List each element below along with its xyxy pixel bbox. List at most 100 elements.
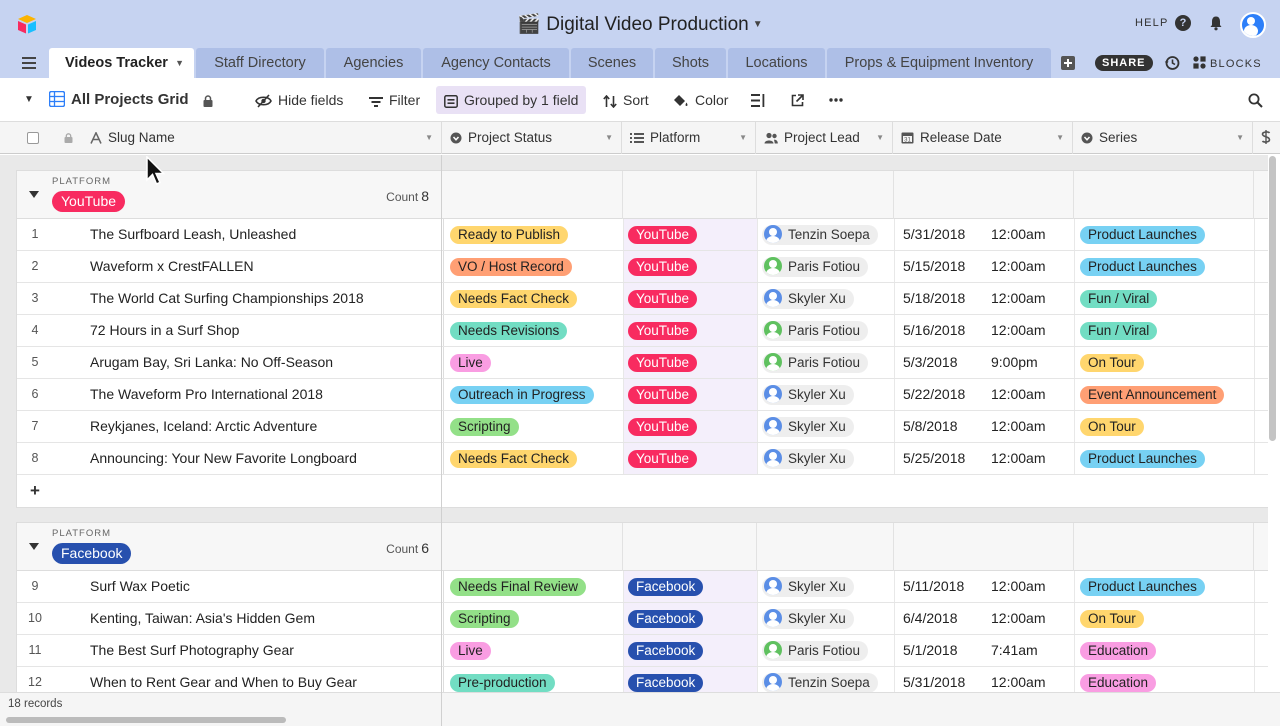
more-options-icon[interactable] [829, 98, 843, 102]
next-column-cell[interactable] [1254, 379, 1268, 410]
series-cell[interactable]: On Tour [1074, 411, 1254, 442]
next-column-cell[interactable] [1254, 411, 1268, 442]
slug-name-cell[interactable]: Reykjanes, Iceland: Arctic Adventure [90, 411, 440, 442]
share-view-icon[interactable] [791, 94, 804, 107]
group-button[interactable]: Grouped by 1 field [436, 86, 587, 114]
project-status-cell[interactable]: Pre-production [443, 667, 623, 692]
project-lead-cell[interactable]: Paris Fotiou [757, 315, 894, 346]
frozen-column-divider[interactable] [441, 155, 442, 726]
table-row[interactable]: 4 72 Hours in a Surf Shop Needs Revisions Y… [17, 315, 1268, 347]
color-button[interactable]: Color [673, 86, 728, 114]
hide-fields-button[interactable]: Hide fields [255, 86, 343, 114]
next-column-cell[interactable] [1254, 251, 1268, 282]
history-icon[interactable] [1164, 55, 1180, 71]
series-cell[interactable]: On Tour [1074, 603, 1254, 634]
tab-scenes[interactable]: Scenes [571, 48, 653, 78]
sort-button[interactable]: Sort [603, 86, 649, 114]
tab-props-equipment[interactable]: Props & Equipment Inventory [827, 48, 1051, 78]
table-row[interactable]: 6 The Waveform Pro International 2018 Outr… [17, 379, 1268, 411]
notifications-bell-icon[interactable] [1208, 15, 1224, 31]
platform-cell[interactable]: YouTube [623, 379, 757, 410]
slug-name-cell[interactable]: The World Cat Surfing Championships 2018 [90, 283, 440, 314]
tab-menu-caret-icon[interactable]: ▼ [175, 48, 184, 78]
view-name[interactable]: All Projects Grid [48, 86, 189, 114]
series-cell[interactable]: Education [1074, 667, 1254, 692]
project-lead-cell[interactable]: Skyler Xu [757, 571, 894, 602]
next-column-cell[interactable] [1254, 571, 1268, 602]
add-table-icon[interactable] [1061, 56, 1075, 70]
project-status-cell[interactable]: Live [443, 635, 623, 666]
next-column-cell[interactable] [1254, 283, 1268, 314]
series-cell[interactable]: Product Launches [1074, 443, 1254, 474]
platform-cell[interactable]: YouTube [623, 251, 757, 282]
slug-name-cell[interactable]: The Best Surf Photography Gear [90, 635, 440, 666]
slug-name-cell[interactable]: Surf Wax Poetic [90, 571, 440, 602]
slug-name-cell[interactable]: When to Rent Gear and When to Buy Gear [90, 667, 440, 692]
column-header-slug-name[interactable]: Slug Name ▼ [82, 122, 442, 154]
project-lead-cell[interactable]: Paris Fotiou [757, 635, 894, 666]
next-column-cell[interactable] [1254, 347, 1268, 378]
search-icon[interactable] [1248, 93, 1263, 108]
series-cell[interactable]: Education [1074, 635, 1254, 666]
slug-name-cell[interactable]: The Surfboard Leash, Unleashed [90, 219, 440, 250]
base-title[interactable]: 🎬 Digital Video Production ▼ [0, 12, 1280, 36]
table-row[interactable]: 5 Arugam Bay, Sri Lanka: No Off-Season Liv… [17, 347, 1268, 379]
platform-cell[interactable]: YouTube [623, 283, 757, 314]
table-row[interactable]: 8 Announcing: Your New Favorite Longboard… [17, 443, 1268, 475]
project-lead-cell[interactable]: Paris Fotiou [757, 347, 894, 378]
base-menu-caret-icon[interactable]: ▼ [753, 19, 763, 30]
series-cell[interactable]: Fun / Viral [1074, 315, 1254, 346]
project-status-cell[interactable]: Needs Final Review [443, 571, 623, 602]
project-lead-cell[interactable]: Paris Fotiou [757, 251, 894, 282]
tab-agencies[interactable]: Agencies [326, 48, 421, 78]
platform-cell[interactable]: Facebook [623, 635, 757, 666]
project-status-cell[interactable]: VO / Host Record [443, 251, 623, 282]
project-status-cell[interactable]: Needs Fact Check [443, 443, 623, 474]
slug-name-cell[interactable]: Waveform x CrestFALLEN [90, 251, 440, 282]
series-cell[interactable]: Fun / Viral [1074, 283, 1254, 314]
blocks-button[interactable]: BLOCKS [1193, 56, 1262, 70]
series-cell[interactable]: Product Launches [1074, 219, 1254, 250]
tab-shots[interactable]: Shots [655, 48, 726, 78]
slug-name-cell[interactable]: Arugam Bay, Sri Lanka: No Off-Season [90, 347, 440, 378]
vertical-scrollbar[interactable] [1269, 156, 1276, 441]
platform-cell[interactable]: YouTube [623, 443, 757, 474]
series-cell[interactable]: Product Launches [1074, 251, 1254, 282]
project-status-cell[interactable]: Needs Fact Check [443, 283, 623, 314]
table-row[interactable]: 7 Reykjanes, Iceland: Arctic Adventure Scr… [17, 411, 1268, 443]
platform-cell[interactable]: Facebook [623, 603, 757, 634]
filter-button[interactable]: Filter [369, 86, 420, 114]
next-column-cell[interactable] [1254, 635, 1268, 666]
slug-name-cell[interactable]: Announcing: Your New Favorite Longboard [90, 443, 440, 474]
collapse-group-icon[interactable] [29, 191, 39, 198]
project-lead-cell[interactable]: Tenzin Soepa [757, 667, 894, 692]
tab-videos-tracker[interactable]: Videos Tracker ▼ [49, 48, 194, 78]
hamburger-menu-icon[interactable] [22, 57, 36, 69]
column-header-project-status[interactable]: Project Status ▼ [442, 122, 622, 154]
add-record-icon[interactable]: + [30, 481, 40, 501]
series-cell[interactable]: Product Launches [1074, 571, 1254, 602]
column-menu-caret-icon[interactable]: ▼ [1056, 122, 1064, 154]
column-menu-caret-icon[interactable]: ▼ [1236, 122, 1244, 154]
project-lead-cell[interactable]: Skyler Xu [757, 443, 894, 474]
table-row[interactable]: 1 The Surfboard Leash, Unleashed Ready to … [17, 219, 1268, 251]
project-lead-cell[interactable]: Skyler Xu [757, 283, 894, 314]
column-header-release-date[interactable]: 31 Release Date ▼ [893, 122, 1073, 154]
help-link[interactable]: HELP [1135, 17, 1169, 29]
base-name[interactable]: 🎬 Digital Video Production [517, 14, 748, 35]
table-row[interactable]: 11 The Best Surf Photography Gear Live Face… [17, 635, 1268, 667]
series-cell[interactable]: On Tour [1074, 347, 1254, 378]
project-lead-cell[interactable]: Skyler Xu [757, 603, 894, 634]
tab-agency-contacts[interactable]: Agency Contacts [423, 48, 569, 78]
platform-cell[interactable]: YouTube [623, 219, 757, 250]
horizontal-scrollbar[interactable] [6, 717, 286, 723]
column-menu-caret-icon[interactable]: ▼ [739, 122, 747, 154]
next-column-cell[interactable] [1254, 603, 1268, 634]
row-height-icon[interactable] [751, 94, 765, 107]
next-column-cell[interactable] [1254, 443, 1268, 474]
project-lead-cell[interactable]: Skyler Xu [757, 411, 894, 442]
platform-cell[interactable]: Facebook [623, 667, 757, 692]
view-switcher-caret-icon[interactable]: ▼ [24, 86, 34, 114]
column-menu-caret-icon[interactable]: ▼ [876, 122, 884, 154]
project-lead-cell[interactable]: Skyler Xu [757, 379, 894, 410]
